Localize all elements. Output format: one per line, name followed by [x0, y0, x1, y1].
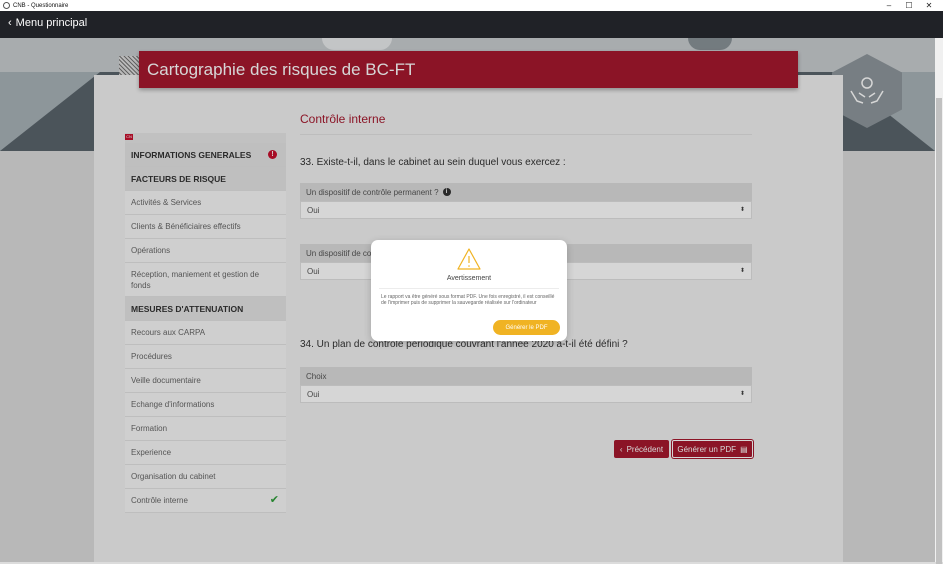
chevron-left-icon: ‹ [8, 17, 12, 29]
modal-divider [379, 288, 559, 289]
generate-pdf-confirm-button[interactable]: Générer le PDF [493, 320, 560, 335]
modal-message: Le rapport va être généré sous format PD… [381, 294, 555, 306]
back-label: Menu principal [15, 17, 88, 29]
modal-title: Avertissement [446, 275, 492, 282]
page-scrollbar[interactable] [935, 38, 943, 564]
close-icon[interactable]: ✕ [919, 0, 939, 11]
warning-modal: Avertissement Le rapport va être généré … [371, 240, 567, 341]
window-title: CNB - Questionnaire [13, 2, 69, 9]
back-to-menu-link[interactable]: ‹ Menu principal [8, 17, 87, 29]
scrollbar-thumb[interactable] [936, 98, 942, 564]
warning-icon [457, 248, 481, 270]
maximize-icon[interactable]: ☐ [899, 0, 919, 11]
window-controls: – ☐ ✕ [879, 0, 939, 11]
window-titlebar: CNB - Questionnaire – ☐ ✕ [0, 0, 943, 11]
minimize-icon[interactable]: – [879, 0, 899, 11]
top-nav: ‹ Menu principal [0, 11, 943, 38]
app-icon [3, 2, 10, 9]
